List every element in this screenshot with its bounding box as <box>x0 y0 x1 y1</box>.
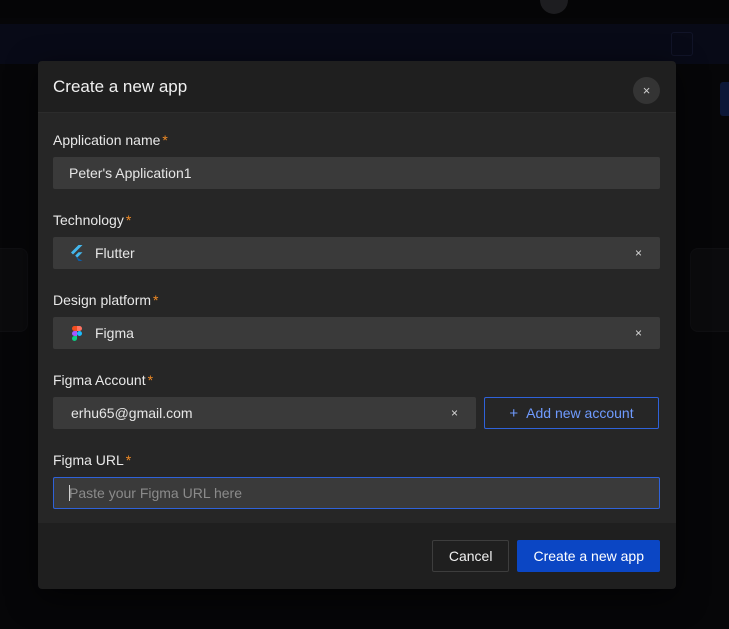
application-name-field: Application name * Peter's Application1 <box>53 131 660 189</box>
figma-url-label: Figma URL * <box>53 451 660 469</box>
figma-account-field: Figma Account * erhu65@gmail.com × + Add … <box>53 371 660 429</box>
cancel-button[interactable]: Cancel <box>431 540 510 572</box>
add-new-account-button[interactable]: + Add new account <box>484 397 659 429</box>
figma-account-row: erhu65@gmail.com × + Add new account <box>53 397 660 429</box>
application-name-value: Peter's Application1 <box>69 165 192 181</box>
dialog-header: Create a new app × <box>38 61 676 113</box>
technology-select[interactable]: Flutter × <box>53 237 660 269</box>
application-name-label-text: Application name <box>53 132 161 148</box>
dialog-title: Create a new app <box>53 76 188 96</box>
figma-url-label-text: Figma URL <box>53 452 124 468</box>
application-name-label: Application name * <box>53 131 660 149</box>
required-mark: * <box>125 452 132 468</box>
plus-icon: + <box>509 404 519 422</box>
text-caret <box>69 485 70 501</box>
figma-url-field: Figma URL * <box>53 451 660 509</box>
figma-account-label: Figma Account * <box>53 371 660 389</box>
figma-account-value: erhu65@gmail.com <box>71 405 193 421</box>
dialog-footer: Cancel Create a new app <box>38 523 676 589</box>
add-new-account-label: Add new account <box>526 405 634 421</box>
required-mark: * <box>162 132 168 148</box>
clear-technology-button[interactable]: × <box>635 237 642 269</box>
technology-value: Flutter <box>95 245 135 261</box>
design-platform-select[interactable]: Figma × <box>53 317 660 349</box>
technology-label: Technology * <box>53 211 660 229</box>
technology-label-text: Technology <box>53 212 124 228</box>
figma-icon <box>69 325 85 341</box>
create-app-button[interactable]: Create a new app <box>517 540 660 572</box>
figma-account-select[interactable]: erhu65@gmail.com × <box>53 397 476 429</box>
figma-url-input[interactable] <box>53 477 660 509</box>
create-app-dialog: Create a new app × Application name * Pet… <box>38 61 676 589</box>
clear-figma-account-button[interactable]: × <box>451 397 458 429</box>
flutter-icon <box>69 245 85 261</box>
design-platform-label: Design platform * <box>53 291 660 309</box>
design-platform-field: Design platform * Figma × <box>53 291 660 349</box>
design-platform-value: Figma <box>95 325 134 341</box>
required-mark: * <box>153 292 159 308</box>
required-mark: * <box>147 372 154 388</box>
application-name-input[interactable]: Peter's Application1 <box>53 157 660 189</box>
design-platform-label-text: Design platform <box>53 292 152 308</box>
figma-account-label-text: Figma Account <box>53 372 146 388</box>
required-mark: * <box>125 212 132 228</box>
clear-design-platform-button[interactable]: × <box>635 317 642 349</box>
technology-field: Technology * Flutter × <box>53 211 660 269</box>
close-button[interactable]: × <box>633 77 660 104</box>
figma-url-wrapper <box>53 477 660 509</box>
close-icon: × <box>642 83 651 98</box>
dialog-body: Application name * Peter's Application1 T… <box>38 113 676 523</box>
